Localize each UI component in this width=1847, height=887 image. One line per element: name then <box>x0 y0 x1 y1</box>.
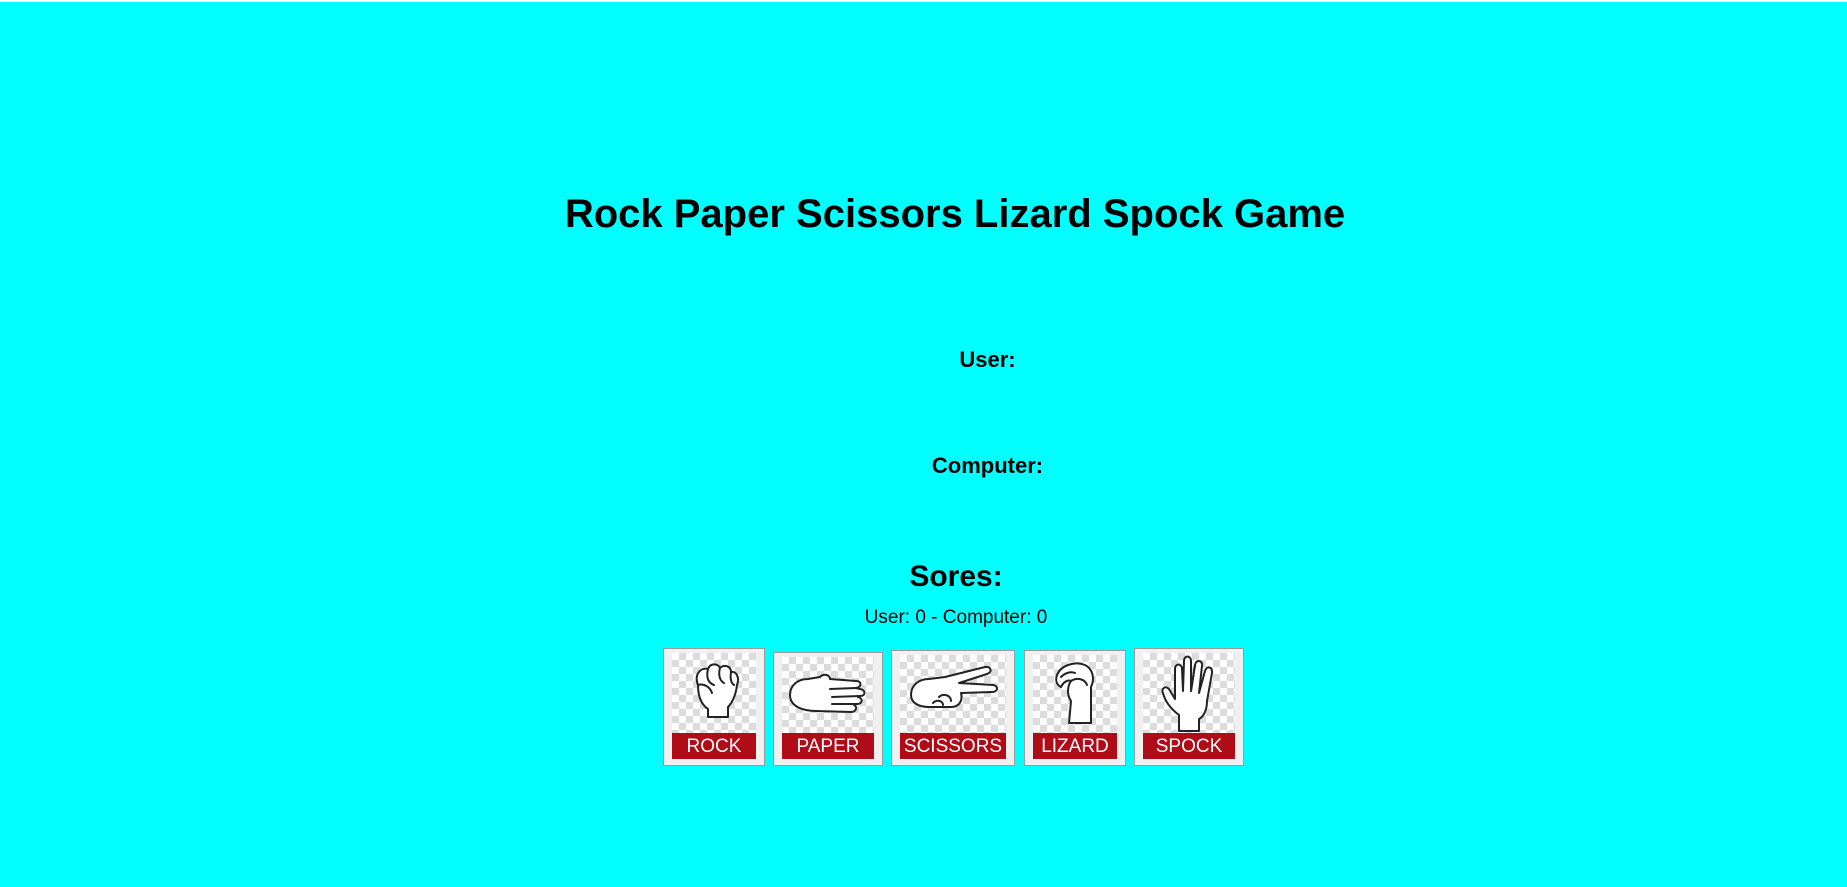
spock-hand-icon <box>1161 655 1214 732</box>
scissors-button[interactable]: SCISSORS <box>891 650 1015 766</box>
choice-label: SPOCK <box>1143 733 1235 759</box>
rock-image: ROCK <box>672 653 756 759</box>
lizard-button[interactable]: LIZARD <box>1024 650 1126 766</box>
scissors-hand-icon <box>910 665 998 708</box>
lizard-hand-icon <box>1055 662 1094 724</box>
choice-label: PAPER <box>782 733 874 759</box>
paper-image: PAPER <box>782 657 874 759</box>
rock-hand-icon <box>695 663 740 718</box>
scores-heading: Sores: <box>909 560 1003 593</box>
choice-label: SCISSORS <box>900 733 1006 759</box>
choice-label: LIZARD <box>1033 733 1117 759</box>
paper-button[interactable]: PAPER <box>773 652 883 766</box>
choice-label: ROCK <box>672 733 756 759</box>
lizard-image: LIZARD <box>1033 655 1117 759</box>
scores-text: User: 0 - Computer: 0 <box>864 607 1048 628</box>
scissors-image: SCISSORS <box>900 655 1006 759</box>
computer-choice-label: Computer: <box>931 453 1044 478</box>
spock-button[interactable]: SPOCK <box>1134 648 1244 766</box>
page-title: Rock Paper Scissors Lizard Spock Game <box>564 192 1346 236</box>
user-choice-label: User: <box>959 347 1016 372</box>
paper-hand-icon <box>789 673 866 713</box>
game-page: Rock Paper Scissors Lizard Spock Game Us… <box>0 2 1847 887</box>
spock-image: SPOCK <box>1143 653 1235 759</box>
rock-button[interactable]: ROCK <box>663 648 765 766</box>
